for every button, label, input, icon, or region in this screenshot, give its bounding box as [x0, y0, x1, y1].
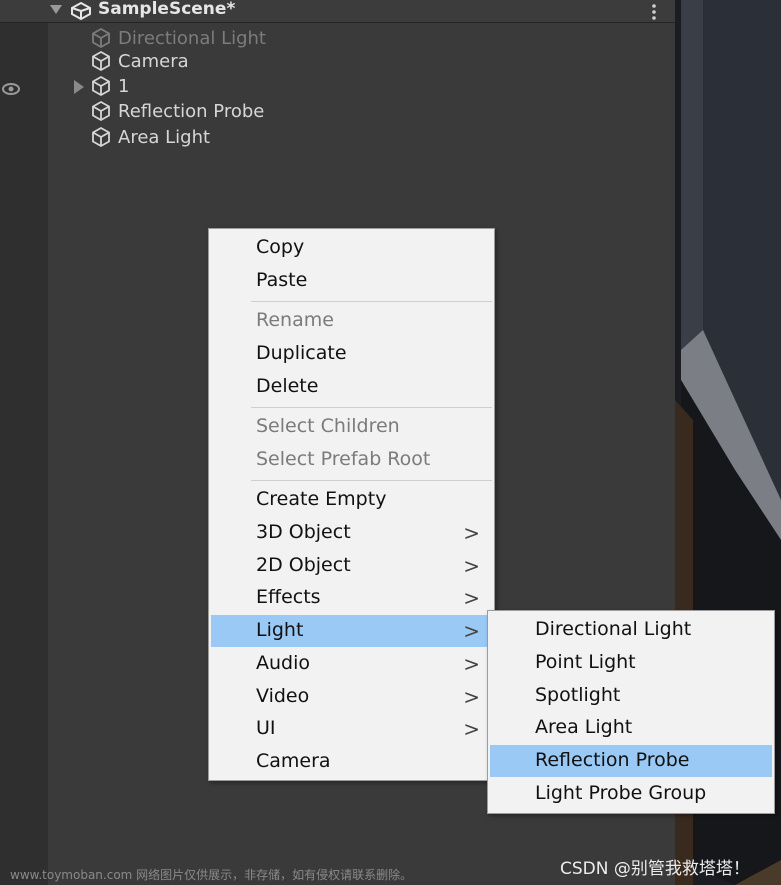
- menu-item-rename: Rename: [211, 305, 492, 337]
- menu-item-audio[interactable]: Audio >: [211, 648, 492, 680]
- submenu-chevron-icon: >: [463, 685, 480, 709]
- hierarchy-item-camera[interactable]: Camera: [90, 49, 189, 73]
- csdn-credit: CSDN @别管我救塔塔！: [560, 859, 750, 879]
- menu-item-select-prefab-root: Select Prefab Root: [211, 444, 492, 476]
- hierarchy-item-label: Area Light: [118, 126, 211, 148]
- menu-item-label: Copy: [256, 236, 305, 258]
- menu-item-label: Delete: [256, 375, 319, 397]
- submenu-chevron-icon: >: [463, 717, 480, 741]
- menu-item-paste[interactable]: Paste: [211, 265, 492, 297]
- menu-item-label: Duplicate: [256, 342, 347, 364]
- menu-item-light[interactable]: Light >: [211, 615, 492, 647]
- submenu-item-light-probe-group[interactable]: Light Probe Group: [490, 778, 772, 810]
- submenu-item-spotlight[interactable]: Spotlight: [490, 680, 772, 712]
- gameobject-cube-icon: [92, 126, 110, 148]
- menu-item-label: Directional Light: [535, 618, 692, 640]
- menu-item-label: Effects: [256, 586, 321, 608]
- hierarchy-item-label: Directional Light: [118, 27, 266, 49]
- hierarchy-item-label: 1: [118, 75, 130, 97]
- menu-item-label: 3D Object: [256, 521, 351, 543]
- menu-item-create-empty[interactable]: Create Empty: [211, 484, 492, 516]
- gameobject-cube-icon: [92, 100, 110, 122]
- submenu-chevron-icon: >: [463, 652, 480, 676]
- hierarchy-item-label: Camera: [118, 50, 189, 72]
- scene-header[interactable]: SampleScene*: [0, 0, 675, 23]
- context-menu: Copy Paste Rename Duplicate Delete Selec…: [208, 228, 495, 781]
- menu-item-3d-object[interactable]: 3D Object >: [211, 517, 492, 549]
- menu-item-label: Select Children: [256, 415, 400, 437]
- menu-item-2d-object[interactable]: 2D Object >: [211, 550, 492, 582]
- hierarchy-item-label: Reflection Probe: [118, 100, 265, 122]
- expand-object-arrow-icon[interactable]: [74, 80, 84, 94]
- submenu-item-reflection-probe[interactable]: Reflection Probe: [490, 745, 772, 777]
- menu-item-label: Reflection Probe: [535, 749, 690, 771]
- submenu-item-directional-light[interactable]: Directional Light: [490, 614, 772, 646]
- menu-item-label: Paste: [256, 269, 308, 291]
- light-submenu: Directional Light Point Light Spotlight …: [487, 610, 775, 814]
- menu-item-label: Rename: [256, 309, 334, 331]
- menu-item-copy[interactable]: Copy: [211, 232, 492, 264]
- gameobject-cube-icon: [92, 50, 110, 72]
- menu-item-select-children: Select Children: [211, 411, 492, 443]
- menu-item-delete[interactable]: Delete: [211, 371, 492, 403]
- menu-item-label: 2D Object: [256, 554, 351, 576]
- expand-scene-arrow-icon[interactable]: [50, 5, 62, 14]
- submenu-chevron-icon: >: [463, 521, 480, 545]
- hierarchy-item-directional-light[interactable]: Directional Light: [90, 26, 266, 50]
- menu-item-duplicate[interactable]: Duplicate: [211, 338, 492, 370]
- menu-item-camera[interactable]: Camera: [211, 746, 492, 778]
- submenu-item-area-light[interactable]: Area Light: [490, 712, 772, 744]
- menu-item-label: Video: [256, 685, 310, 707]
- menu-item-label: UI: [256, 717, 276, 739]
- left-gutter: [0, 0, 48, 885]
- submenu-chevron-icon: >: [463, 554, 480, 578]
- menu-item-label: Create Empty: [256, 488, 387, 510]
- submenu-chevron-icon: >: [463, 586, 480, 610]
- menu-item-label: Select Prefab Root: [256, 448, 431, 470]
- menu-item-ui[interactable]: UI >: [211, 713, 492, 745]
- hierarchy-item-area-light[interactable]: Area Light: [90, 125, 210, 149]
- menu-item-label: Light Probe Group: [535, 782, 707, 804]
- gameobject-cube-icon: [92, 27, 110, 49]
- watermark-text: www.toymoban.com 网络图片仅供展示，非存储，如有侵权请联系删除。: [10, 868, 413, 882]
- menu-item-effects[interactable]: Effects >: [211, 582, 492, 614]
- menu-item-label: Light: [256, 619, 304, 641]
- hierarchy-item-reflection-probe[interactable]: Reflection Probe: [90, 99, 264, 123]
- hierarchy-item-1[interactable]: 1: [90, 74, 129, 98]
- unity-scene-icon: [71, 2, 91, 20]
- submenu-item-point-light[interactable]: Point Light: [490, 647, 772, 679]
- menu-item-label: Spotlight: [535, 684, 621, 706]
- menu-item-label: Camera: [256, 750, 331, 772]
- scene-title: SampleScene*: [98, 0, 236, 19]
- submenu-chevron-icon: >: [463, 619, 480, 643]
- menu-item-label: Point Light: [535, 651, 636, 673]
- menu-separator: [251, 301, 492, 302]
- more-options-icon[interactable]: [650, 3, 658, 21]
- gameobject-cube-icon: [92, 75, 110, 97]
- menu-item-video[interactable]: Video >: [211, 681, 492, 713]
- menu-separator: [251, 407, 492, 408]
- scene-visibility-eye-icon[interactable]: [2, 82, 20, 96]
- menu-item-label: Audio: [256, 652, 311, 674]
- menu-item-label: Area Light: [535, 716, 633, 738]
- menu-separator: [251, 480, 492, 481]
